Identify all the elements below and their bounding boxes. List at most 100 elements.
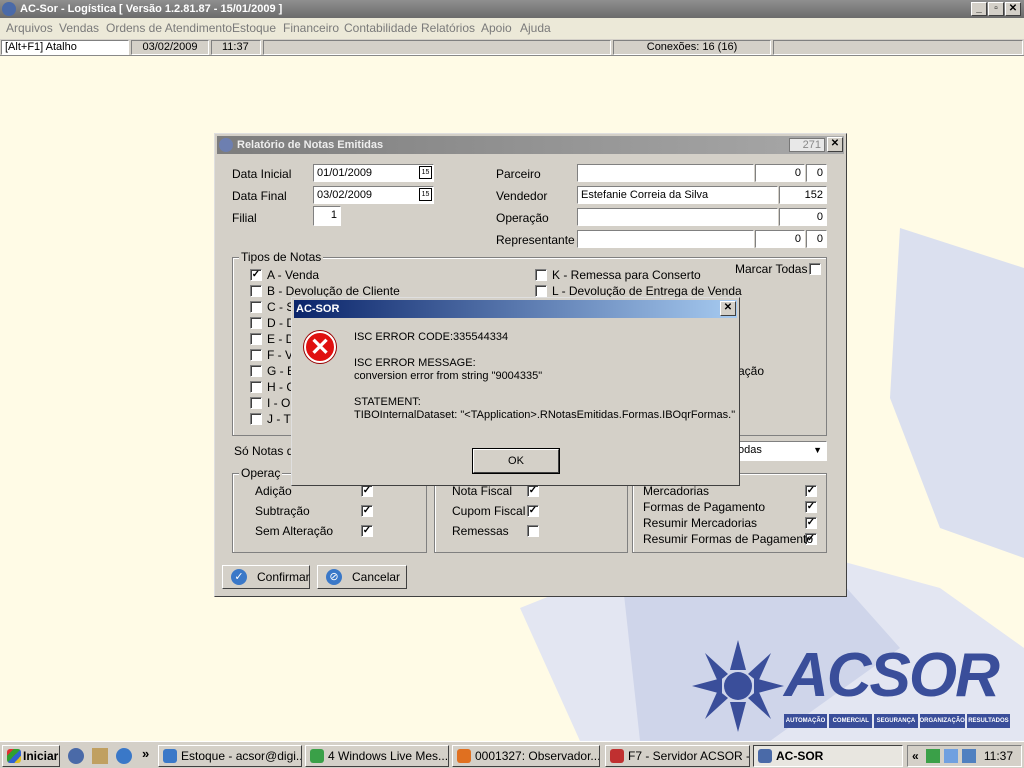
- tray-clock: 11:37: [983, 749, 1013, 763]
- menu-estoque[interactable]: Estoque: [232, 21, 276, 35]
- checkbox[interactable]: ✓: [361, 525, 373, 537]
- data-final-label: Data Final: [232, 189, 287, 203]
- minimize-button[interactable]: _: [971, 2, 987, 16]
- checkbox[interactable]: [250, 365, 262, 377]
- operacao-name-input[interactable]: [577, 208, 778, 226]
- checkbox-label: Cupom Fiscal: [452, 504, 526, 518]
- marcar-todas-label: Marcar Todas: [735, 262, 808, 276]
- taskbar-task[interactable]: AC-SOR: [753, 745, 903, 767]
- taskbar-task[interactable]: Estoque - acsor@digi...: [158, 745, 302, 767]
- logo-tag: AUTOMAÇÃO: [784, 714, 828, 728]
- menu-relatorios[interactable]: Relatórios: [421, 21, 475, 35]
- menu-vendas[interactable]: Vendas: [59, 21, 99, 35]
- taskbar: Iniciar » « 11:37 Estoque - acsor@digi..…: [0, 741, 1024, 768]
- representante-code-input[interactable]: 0: [755, 230, 805, 248]
- checkbox-label: L - Devolução de Entrega de Venda: [552, 284, 742, 298]
- acsor-logo: ACSOR AUTOMAÇÃO COMERCIAL SEGURANÇA ORGA…: [688, 638, 1018, 734]
- filial-input[interactable]: 1: [313, 206, 341, 226]
- checkbox-label: Sem Alteração: [255, 524, 334, 538]
- data-inicial-value: 01/01/2009: [317, 167, 373, 179]
- logo-tag: SEGURANÇA: [874, 714, 918, 728]
- taskbar-task[interactable]: 4 Windows Live Mes...: [305, 745, 449, 767]
- representante-name-input[interactable]: [577, 230, 754, 248]
- data-inicial-input[interactable]: 01/01/2009 15: [313, 164, 434, 182]
- checkbox[interactable]: ✓: [361, 505, 373, 517]
- report-window-icon: [219, 138, 233, 152]
- operacoes-label: Operaç: [239, 466, 283, 480]
- checkbox[interactable]: [250, 397, 262, 409]
- checkbox[interactable]: ✓: [361, 485, 373, 497]
- checkbox[interactable]: [250, 381, 262, 393]
- checkbox[interactable]: [535, 269, 547, 281]
- marcar-todas-checkbox[interactable]: [809, 263, 821, 275]
- dialog-titlebar: AC-SOR: [294, 300, 737, 318]
- operacao-code-input[interactable]: 0: [779, 208, 827, 226]
- checkbox[interactable]: ✓: [805, 485, 817, 497]
- checkbox[interactable]: [250, 349, 262, 361]
- cancel-icon: ⊘: [326, 569, 342, 585]
- checkbox[interactable]: ✓: [805, 517, 817, 529]
- checkbox[interactable]: [250, 317, 262, 329]
- so-notas-select[interactable]: odas ▼: [725, 441, 827, 461]
- tray-monitor-icon[interactable]: [962, 749, 976, 763]
- tray-messenger-icon[interactable]: [944, 749, 958, 763]
- statement-label: STATEMENT:: [354, 396, 421, 408]
- vendedor-code-input[interactable]: 152: [779, 186, 827, 204]
- checkbox[interactable]: ✓: [250, 269, 262, 281]
- tray-expand-icon[interactable]: «: [912, 746, 919, 766]
- checkbox[interactable]: ✓: [805, 501, 817, 513]
- calendar-icon[interactable]: 15: [419, 166, 432, 179]
- filial-label: Filial: [232, 211, 257, 225]
- calendar-icon[interactable]: 15: [419, 188, 432, 201]
- confirm-button[interactable]: ✓ Confirmar: [222, 565, 310, 589]
- menu-ordens[interactable]: Ordens de Atendimento: [106, 21, 232, 35]
- maximize-button[interactable]: ▫: [988, 2, 1004, 16]
- checkbox[interactable]: ✓: [527, 505, 539, 517]
- taskbar-task[interactable]: 0001327: Observador...: [452, 745, 600, 767]
- tray-network-icon[interactable]: [926, 749, 940, 763]
- quicklaunch-more[interactable]: »: [142, 746, 149, 761]
- checkbox[interactable]: [535, 285, 547, 297]
- checkbox[interactable]: [250, 285, 262, 297]
- task-app-icon: [163, 749, 177, 763]
- taskbar-task[interactable]: F7 - Servidor ACSOR -...: [605, 745, 750, 767]
- checkbox-label: F - V: [267, 348, 293, 362]
- checkbox[interactable]: [527, 525, 539, 537]
- chevron-down-icon[interactable]: ▼: [813, 442, 822, 458]
- quicklaunch-acsor-icon[interactable]: [68, 748, 84, 764]
- confirm-icon: ✓: [231, 569, 247, 585]
- checkbox-label: Formas de Pagamento: [643, 500, 766, 514]
- parceiro-name-input[interactable]: [577, 164, 754, 182]
- checkbox[interactable]: [250, 301, 262, 313]
- checkbox-label: K - Remessa para Conserto: [552, 268, 701, 282]
- menu-financeiro[interactable]: Financeiro: [283, 21, 339, 35]
- menu-apoio[interactable]: Apoio: [481, 21, 512, 35]
- report-close-button[interactable]: ✕: [827, 137, 843, 152]
- parceiro-code-input[interactable]: 0: [755, 164, 805, 182]
- quicklaunch-app-icon[interactable]: [92, 748, 108, 764]
- menu-ajuda[interactable]: Ajuda: [520, 21, 551, 35]
- ok-button[interactable]: OK: [472, 448, 560, 474]
- task-label: 0001327: Observador...: [475, 749, 600, 763]
- data-final-input[interactable]: 03/02/2009 15: [313, 186, 434, 204]
- parceiro-code2-input[interactable]: 0: [806, 164, 827, 182]
- task-label: Estoque - acsor@digi...: [181, 749, 302, 763]
- menu-arquivos[interactable]: Arquivos: [6, 21, 53, 35]
- vendedor-name-input[interactable]: Estefanie Correia da Silva: [577, 186, 778, 204]
- status-empty: [263, 40, 611, 55]
- task-label: F7 - Servidor ACSOR -...: [628, 749, 750, 763]
- shortcut-field[interactable]: [Alt+F1] Atalho: [1, 40, 129, 55]
- data-final-value: 03/02/2009: [317, 189, 373, 201]
- start-button[interactable]: Iniciar: [2, 745, 60, 767]
- dialog-close-button[interactable]: ✕: [720, 301, 736, 316]
- quicklaunch-ie-icon[interactable]: [116, 748, 132, 764]
- error-message-label: ISC ERROR MESSAGE:: [354, 357, 476, 369]
- cancel-button[interactable]: ⊘ Cancelar: [317, 565, 407, 589]
- checkbox[interactable]: ✓: [527, 485, 539, 497]
- task-label: 4 Windows Live Mes...: [328, 749, 449, 763]
- menu-contabilidade[interactable]: Contabilidade: [344, 21, 417, 35]
- close-app-button[interactable]: ✕: [1005, 2, 1021, 16]
- representante-code2-input[interactable]: 0: [806, 230, 827, 248]
- checkbox[interactable]: [250, 333, 262, 345]
- checkbox[interactable]: [250, 413, 262, 425]
